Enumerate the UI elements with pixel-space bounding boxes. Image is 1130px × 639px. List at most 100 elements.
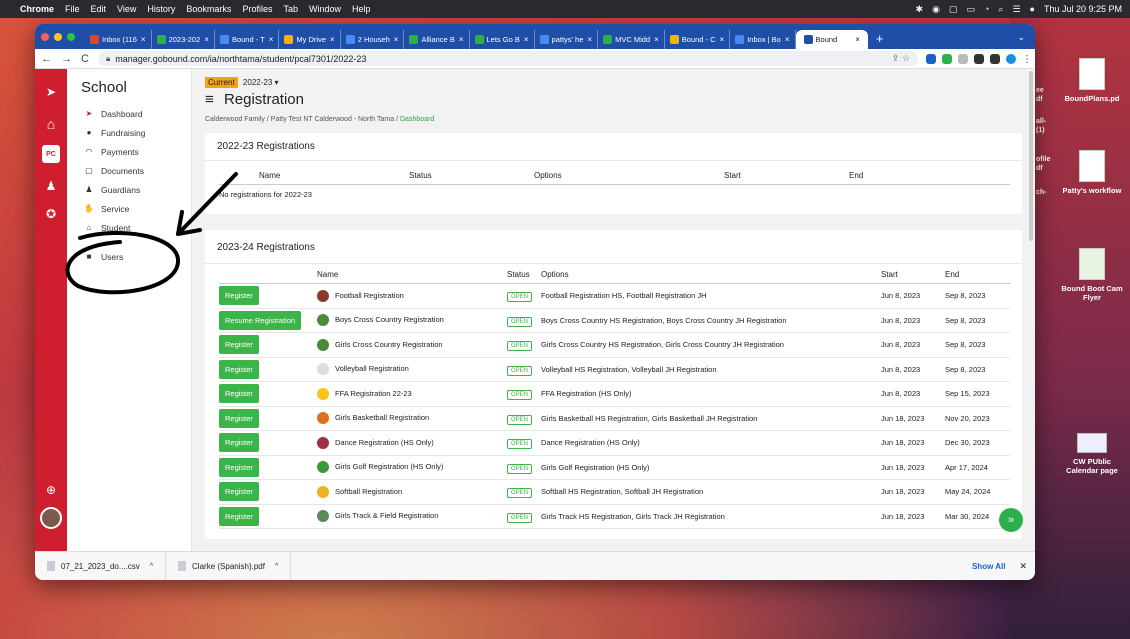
bound-logo-icon[interactable]: ➤ bbox=[42, 83, 60, 101]
menu-window[interactable]: Window bbox=[309, 4, 341, 14]
caret-up-icon[interactable]: ^ bbox=[275, 563, 278, 570]
extension-icon[interactable] bbox=[941, 53, 952, 64]
close-tab-icon[interactable]: × bbox=[587, 35, 592, 44]
sidebar-item-payments[interactable]: ◠ Payments bbox=[83, 142, 191, 161]
tab-bound-active[interactable]: Bound × bbox=[795, 30, 868, 49]
download-item[interactable]: 07_21_2023_do....csv ^ bbox=[35, 551, 167, 580]
browser-tab[interactable]: Bound - T × bbox=[215, 30, 280, 49]
browser-tab[interactable]: Lets Go B × bbox=[470, 30, 535, 49]
control-center-icon[interactable]: ☰ bbox=[1012, 4, 1020, 15]
close-tab-icon[interactable]: × bbox=[141, 35, 146, 44]
extension-icon[interactable] bbox=[925, 53, 936, 64]
reload-icon[interactable]: C bbox=[81, 53, 89, 65]
close-tab-icon[interactable]: × bbox=[330, 35, 335, 44]
help-lifebuoy-icon[interactable]: ⊕ bbox=[42, 481, 60, 499]
register-button[interactable]: Register bbox=[219, 433, 259, 453]
register-button[interactable]: Register bbox=[219, 408, 259, 428]
siri-icon[interactable]: ● bbox=[1030, 4, 1035, 14]
caret-up-icon[interactable]: ^ bbox=[150, 563, 153, 570]
desktop-file-pattys-workflow[interactable]: Patty's workflow bbox=[1057, 150, 1127, 195]
browser-tab[interactable]: Inbox | Bo × bbox=[730, 30, 796, 49]
screen-record-icon[interactable]: ◉ bbox=[932, 4, 940, 15]
season-selector[interactable]: Current 2022-23 ▾ bbox=[205, 77, 1022, 88]
home-icon[interactable]: ⌂ bbox=[42, 115, 60, 133]
browser-tab[interactable]: My Drive × bbox=[279, 30, 341, 49]
spotlight-search-icon[interactable]: ⌕ bbox=[998, 4, 1003, 15]
breadcrumb-dashboard[interactable]: Dashboard bbox=[400, 116, 434, 123]
sidebar-item-fundraising[interactable]: ● Fundraising bbox=[83, 123, 191, 142]
browser-tab[interactable]: Inbox (116 × bbox=[85, 30, 152, 49]
desktop-file-calendar-page[interactable]: CW PUblic Calendar page bbox=[1057, 433, 1127, 475]
back-arrow-icon[interactable]: ← bbox=[41, 53, 52, 65]
maximize-window-button[interactable] bbox=[67, 32, 75, 41]
badge-icon[interactable]: ✪ bbox=[42, 205, 60, 223]
register-button[interactable]: Register bbox=[219, 384, 259, 404]
display-icon[interactable]: ▢ bbox=[949, 4, 958, 15]
close-tab-icon[interactable]: × bbox=[269, 35, 274, 44]
register-button[interactable]: Register bbox=[219, 359, 259, 379]
register-button[interactable]: Register bbox=[219, 286, 259, 306]
browser-tab[interactable]: pattys' he × bbox=[535, 30, 599, 49]
menu-edit[interactable]: Edit bbox=[91, 4, 107, 14]
extension-icon[interactable] bbox=[957, 53, 968, 64]
register-button[interactable]: Register bbox=[219, 482, 259, 502]
register-button[interactable]: Register bbox=[219, 457, 259, 477]
bound-chat-button[interactable]: » bbox=[999, 508, 1023, 532]
close-tab-icon[interactable]: × bbox=[459, 35, 464, 44]
menu-tab[interactable]: Tab bbox=[283, 4, 298, 14]
desktop-file-boundplans[interactable]: BoundPlans.pd bbox=[1057, 58, 1127, 103]
sidebar-item-dashboard[interactable]: ➤ Dashboard bbox=[83, 104, 191, 123]
download-item[interactable]: Clarke (Spanish).pdf ^ bbox=[166, 551, 292, 580]
user-avatar[interactable] bbox=[40, 507, 62, 529]
menubar-clock[interactable]: Thu Jul 20 9:25 PM bbox=[1044, 4, 1122, 14]
new-tab-button[interactable]: + bbox=[876, 31, 884, 46]
menu-history[interactable]: History bbox=[147, 4, 175, 14]
kebab-menu-icon[interactable]: ⋮ bbox=[1022, 54, 1032, 65]
close-downloads-icon[interactable]: ✕ bbox=[1019, 561, 1027, 572]
sidebar-item-student[interactable]: ⌂ Student bbox=[83, 218, 191, 237]
sidebar-item-documents[interactable]: ▢ Documents bbox=[83, 161, 191, 180]
menu-help[interactable]: Help bbox=[352, 4, 371, 14]
close-tab-icon[interactable]: × bbox=[394, 35, 399, 44]
close-window-button[interactable] bbox=[41, 32, 49, 41]
forward-arrow-icon[interactable]: → bbox=[61, 53, 72, 65]
lock-icon[interactable]: 🔒︎ bbox=[106, 54, 110, 64]
browser-tab[interactable]: Bound - C × bbox=[665, 30, 731, 49]
desktop-file-bootcamp-flyer[interactable]: Bound Boot Cam Flyer bbox=[1057, 248, 1127, 302]
student-initials-avatar[interactable]: PC bbox=[42, 145, 60, 163]
minimize-window-button[interactable] bbox=[54, 32, 62, 41]
close-tab-icon[interactable]: × bbox=[204, 35, 209, 44]
breadcrumb-student[interactable]: Patty Test NT Calderwood - North Tama bbox=[271, 116, 394, 123]
register-button[interactable]: Register bbox=[219, 335, 259, 355]
browser-tab[interactable]: MVC Midd × bbox=[598, 30, 665, 49]
menu-profiles[interactable]: Profiles bbox=[242, 4, 272, 14]
sidebar-item-service[interactable]: ✋ Service bbox=[83, 199, 191, 218]
profile-avatar-icon[interactable] bbox=[1005, 53, 1016, 64]
register-button[interactable]: Register bbox=[219, 506, 259, 526]
close-tab-icon[interactable]: × bbox=[855, 35, 860, 44]
battery-icon[interactable]: ▭ bbox=[966, 4, 975, 15]
bluetooth-icon[interactable]: ✱ bbox=[916, 4, 924, 15]
menu-chrome[interactable]: Chrome bbox=[20, 4, 54, 14]
close-tab-icon[interactable]: × bbox=[524, 35, 529, 44]
tab-search-chevron-icon[interactable]: ⌄ bbox=[1017, 32, 1025, 43]
menu-bookmarks[interactable]: Bookmarks bbox=[186, 4, 231, 14]
show-all-downloads-link[interactable]: Show All bbox=[972, 562, 1005, 571]
wifi-icon[interactable]: ◔ bbox=[984, 4, 989, 14]
page-scrollbar[interactable] bbox=[1029, 71, 1033, 241]
side-panel-icon[interactable] bbox=[989, 53, 1000, 64]
extensions-puzzle-icon[interactable] bbox=[973, 53, 984, 64]
browser-tab[interactable]: 2023-202 × bbox=[152, 30, 215, 49]
register-button[interactable]: Resume Registration bbox=[219, 310, 302, 330]
address-bar[interactable]: 🔒︎ manager.gobound.com/ia/northtama/stud… bbox=[97, 51, 918, 66]
sidebar-item-users[interactable]: ■ Users bbox=[83, 247, 191, 266]
close-tab-icon[interactable]: × bbox=[654, 35, 659, 44]
browser-tab[interactable]: 2 Househ × bbox=[341, 30, 405, 49]
share-bookmark-icons[interactable]: ⇪ ☆ bbox=[892, 53, 910, 64]
hamburger-icon[interactable]: ≡ bbox=[205, 91, 214, 108]
menu-view[interactable]: View bbox=[117, 4, 136, 14]
close-tab-icon[interactable]: × bbox=[720, 35, 725, 44]
browser-tab[interactable]: Alliance B × bbox=[404, 30, 470, 49]
close-tab-icon[interactable]: × bbox=[785, 35, 790, 44]
org-chart-icon[interactable]: ♟ bbox=[42, 177, 60, 195]
